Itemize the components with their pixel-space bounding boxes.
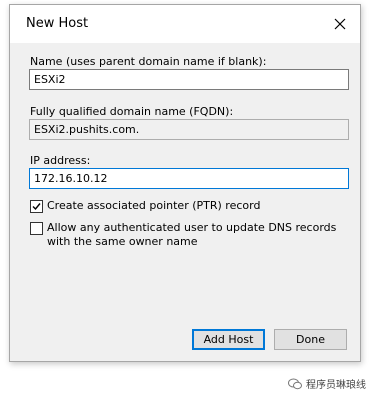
ptr-record-option[interactable]: Create associated pointer (PTR) record: [30, 199, 260, 213]
done-button[interactable]: Done: [274, 329, 347, 350]
allow-update-checkbox[interactable]: [30, 222, 43, 235]
allow-update-option[interactable]: Allow any authenticated user to update D…: [30, 221, 345, 249]
title-bar: New Host: [10, 5, 360, 43]
close-icon: [334, 18, 346, 30]
allow-update-label: Allow any authenticated user to update D…: [47, 221, 337, 248]
checkmark-icon: [32, 203, 41, 211]
ip-address-label: IP address:: [30, 154, 91, 167]
ip-address-input[interactable]: [29, 168, 349, 189]
ptr-record-checkbox[interactable]: [30, 200, 43, 213]
add-host-button[interactable]: Add Host: [192, 329, 265, 350]
watermark-text: 程序员琳琅线: [306, 380, 366, 391]
fqdn-label: Fully qualified domain name (FQDN):: [30, 105, 234, 118]
name-label: Name (uses parent domain name if blank):: [30, 55, 267, 68]
wechat-icon: [288, 378, 302, 389]
dialog-title: New Host: [26, 16, 89, 31]
fqdn-field: [29, 119, 349, 140]
close-button[interactable]: [330, 14, 350, 34]
ptr-record-label: Create associated pointer (PTR) record: [47, 199, 261, 212]
new-host-dialog: New Host Name (uses parent domain name i…: [9, 4, 361, 362]
watermark: 程序员琳琅线: [288, 376, 366, 391]
name-input[interactable]: [29, 69, 349, 90]
page: New Host Name (uses parent domain name i…: [0, 0, 380, 400]
